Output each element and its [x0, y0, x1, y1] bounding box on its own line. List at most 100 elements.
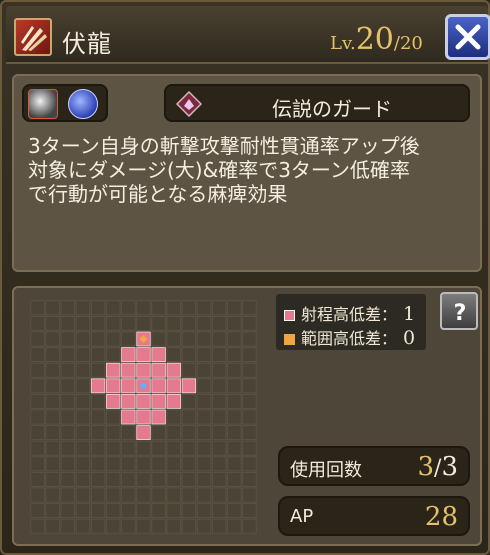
grid-cell [211, 331, 227, 347]
grid-cell [90, 362, 106, 378]
usage-label: 使用回数 [290, 460, 362, 481]
grid-cell [136, 471, 151, 487]
grid-cell [45, 409, 60, 425]
area-cell [166, 394, 181, 409]
grid-cell [30, 440, 45, 456]
grid-cell [30, 425, 45, 440]
grid-cell [227, 300, 242, 316]
grid-cell [106, 331, 121, 347]
grid-cell [75, 425, 91, 440]
skill-description: 3ターン自身の斬撃攻撃耐性貫通率アップ後 対象にダメージ(大)&確率で3ターン低… [28, 134, 478, 206]
grid-cell [242, 440, 257, 456]
grid-cell [90, 300, 106, 316]
grid-cell [90, 471, 106, 487]
grid-cell [136, 518, 151, 534]
grid-cell [90, 503, 106, 519]
grid-cell [30, 331, 45, 347]
grid-cell [121, 518, 136, 534]
grid-cell [121, 487, 136, 503]
grid-cell [106, 409, 121, 425]
grid-cell [106, 471, 121, 487]
grid-cell [60, 331, 75, 347]
grid-cell [196, 315, 212, 331]
grid-cell [121, 471, 136, 487]
grid-cell [196, 518, 212, 534]
legend-area-height: 範囲高低差： 0 [284, 325, 415, 349]
grid-cell [166, 456, 181, 472]
grid-cell [196, 471, 212, 487]
slash-attribute-icon [28, 89, 58, 119]
grid-cell [30, 315, 45, 331]
range-legend: 射程高低差： 1 範囲高低差： 0 [276, 294, 426, 350]
grid-cell [90, 456, 106, 472]
grid-cell [181, 409, 197, 425]
grid-cell [75, 347, 91, 362]
area-cell [106, 394, 121, 409]
description-panel: 伝説のガード 3ターン自身の斬撃攻撃耐性貫通率アップ後 対象にダメージ(大)&確… [12, 74, 482, 272]
grid-cell [45, 347, 60, 362]
grid-cell [242, 409, 257, 425]
grid-cell [60, 487, 75, 503]
grid-cell [211, 456, 227, 472]
grid-cell [45, 471, 60, 487]
attribute-icons [22, 84, 108, 122]
skill-slash-icon [14, 18, 52, 56]
grid-cell [211, 347, 227, 362]
grid-cell [90, 409, 106, 425]
grid-cell [242, 487, 257, 503]
area-cell [136, 409, 151, 425]
grid-cell [60, 378, 75, 394]
grid-cell [45, 440, 60, 456]
grid-cell [181, 518, 197, 534]
grid-cell [136, 440, 151, 456]
grid-cell [227, 518, 242, 534]
grid-cell [136, 456, 151, 472]
area-cell [181, 378, 197, 394]
grid-cell [166, 331, 181, 347]
usage-max: 3 [441, 452, 458, 482]
grid-cell [211, 300, 227, 316]
grid-cell [242, 300, 257, 316]
area-cell [166, 378, 181, 394]
grid-cell [45, 518, 60, 534]
close-button[interactable] [445, 14, 490, 60]
skill-header: 伏龍 Lv.20/20 [6, 6, 490, 64]
grid-cell [45, 456, 60, 472]
grid-cell [30, 456, 45, 472]
grid-cell [242, 518, 257, 534]
grid-cell [106, 456, 121, 472]
usage-count: 使用回数 3/3 [278, 446, 470, 486]
grid-cell [196, 300, 212, 316]
grid-cell [196, 425, 212, 440]
grid-cell [166, 503, 181, 519]
grid-cell [196, 503, 212, 519]
grid-cell [211, 315, 227, 331]
grid-cell [60, 503, 75, 519]
grid-cell [181, 456, 197, 472]
grid-cell [75, 471, 91, 487]
grid-cell [196, 487, 212, 503]
grid-cell [106, 425, 121, 440]
ap-value: 28 [424, 502, 458, 532]
grid-cell [242, 456, 257, 472]
grid-cell [211, 503, 227, 519]
grid-cell [30, 503, 45, 519]
grid-cell [106, 440, 121, 456]
area-cell [121, 347, 136, 362]
grid-cell [181, 331, 197, 347]
grid-cell [45, 331, 60, 347]
legend-range-height: 射程高低差： 1 [284, 301, 415, 325]
grid-cell [211, 425, 227, 440]
area-cell [151, 409, 166, 425]
grid-cell [60, 425, 75, 440]
help-button[interactable]: ? [440, 292, 478, 330]
grid-cell [242, 362, 257, 378]
grid-cell [136, 300, 151, 316]
grid-cell [242, 394, 257, 409]
grid-cell [106, 347, 121, 362]
grid-cell [60, 300, 75, 316]
grid-cell [75, 518, 91, 534]
area-cell [121, 394, 136, 409]
grid-cell [196, 440, 212, 456]
grid-cell [75, 409, 91, 425]
